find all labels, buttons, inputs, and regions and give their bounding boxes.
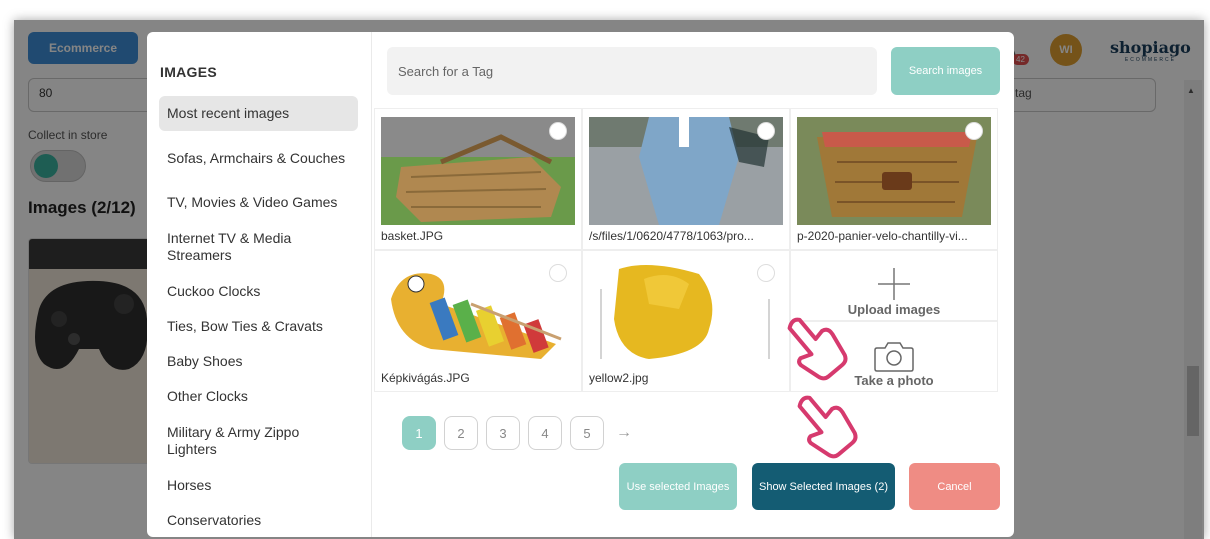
image-filename: /s/files/1/0620/4778/1063/pro... xyxy=(589,229,754,243)
category-item-cuckoo-clocks[interactable]: Cuckoo Clocks xyxy=(159,274,358,309)
image-filename: p-2020-panier-velo-chantilly-vi... xyxy=(797,229,968,243)
page-1-button[interactable]: 1 xyxy=(402,416,436,450)
page-4-button[interactable]: 4 xyxy=(528,416,562,450)
image-filename: basket.JPG xyxy=(381,229,444,243)
pagination: 1 2 3 4 5 → xyxy=(402,416,632,450)
pointer-cursor-icon xyxy=(797,395,858,459)
tag-search-input[interactable] xyxy=(387,47,877,95)
basket-thumbnail xyxy=(381,117,575,225)
bike-basket-thumbnail xyxy=(797,117,991,225)
image-filename: yellow2.jpg xyxy=(589,371,649,385)
page-5-button[interactable]: 5 xyxy=(570,416,604,450)
pointer-cursor-icon xyxy=(787,317,848,381)
plus-icon xyxy=(878,268,910,300)
image-grid: basket.JPG /s/files/1/0620/4778/1063/pro… xyxy=(374,108,998,392)
select-checkbox[interactable] xyxy=(549,122,567,140)
modal-title: IMAGES xyxy=(160,64,218,80)
image-card-yellow-chair[interactable]: yellow2.jpg xyxy=(582,250,790,392)
category-item-ties[interactable]: Ties, Bow Ties & Cravats xyxy=(159,309,358,344)
use-selected-images-button[interactable]: Use selected Images xyxy=(619,463,737,510)
page-2-button[interactable]: 2 xyxy=(444,416,478,450)
category-item-tv-movies[interactable]: TV, Movies & Video Games xyxy=(159,185,358,220)
next-page-arrow-icon[interactable]: → xyxy=(616,424,632,442)
select-checkbox[interactable] xyxy=(965,122,983,140)
category-list: Most recent images Sofas, Armchairs & Co… xyxy=(159,96,358,537)
image-card-basket[interactable]: basket.JPG xyxy=(374,108,582,250)
image-card-xylophone[interactable]: Képkivágás.JPG xyxy=(374,250,582,392)
category-item-other-clocks[interactable]: Other Clocks xyxy=(159,379,358,414)
category-item-sofas[interactable]: Sofas, Armchairs & Couches xyxy=(159,131,358,185)
image-filename: Képkivágás.JPG xyxy=(381,371,470,385)
category-item-conservatories[interactable]: Conservatories xyxy=(159,503,358,537)
image-card-overalls[interactable]: /s/files/1/0620/4778/1063/pro... xyxy=(582,108,790,250)
camera-icon xyxy=(874,342,914,372)
select-checkbox[interactable] xyxy=(549,264,567,282)
page-3-button[interactable]: 3 xyxy=(486,416,520,450)
show-selected-images-button[interactable]: Show Selected Images (2) xyxy=(752,463,895,510)
overalls-thumbnail xyxy=(589,117,783,225)
cancel-button[interactable]: Cancel xyxy=(909,463,1000,510)
select-checkbox[interactable] xyxy=(757,122,775,140)
category-item-baby-shoes[interactable]: Baby Shoes xyxy=(159,344,358,379)
upload-images-label: Upload images xyxy=(847,302,941,317)
images-modal: IMAGES Most recent images Sofas, Armchai… xyxy=(147,32,1014,537)
category-item-zippo-lighters[interactable]: Military & Army Zippo Lighters xyxy=(159,414,358,468)
category-sidebar: IMAGES Most recent images Sofas, Armchai… xyxy=(147,32,372,537)
xylophone-thumbnail xyxy=(381,259,575,367)
category-item-horses[interactable]: Horses xyxy=(159,468,358,503)
image-card-bike-basket[interactable]: p-2020-panier-velo-chantilly-vi... xyxy=(790,108,998,250)
category-item-most-recent[interactable]: Most recent images xyxy=(159,96,358,131)
take-photo-label: Take a photo xyxy=(854,373,934,388)
select-checkbox[interactable] xyxy=(757,264,775,282)
search-images-button[interactable]: Search images xyxy=(891,47,1000,95)
yellow-chair-thumbnail xyxy=(589,259,783,367)
category-item-internet-tv[interactable]: Internet TV & Media Streamers xyxy=(159,220,358,274)
